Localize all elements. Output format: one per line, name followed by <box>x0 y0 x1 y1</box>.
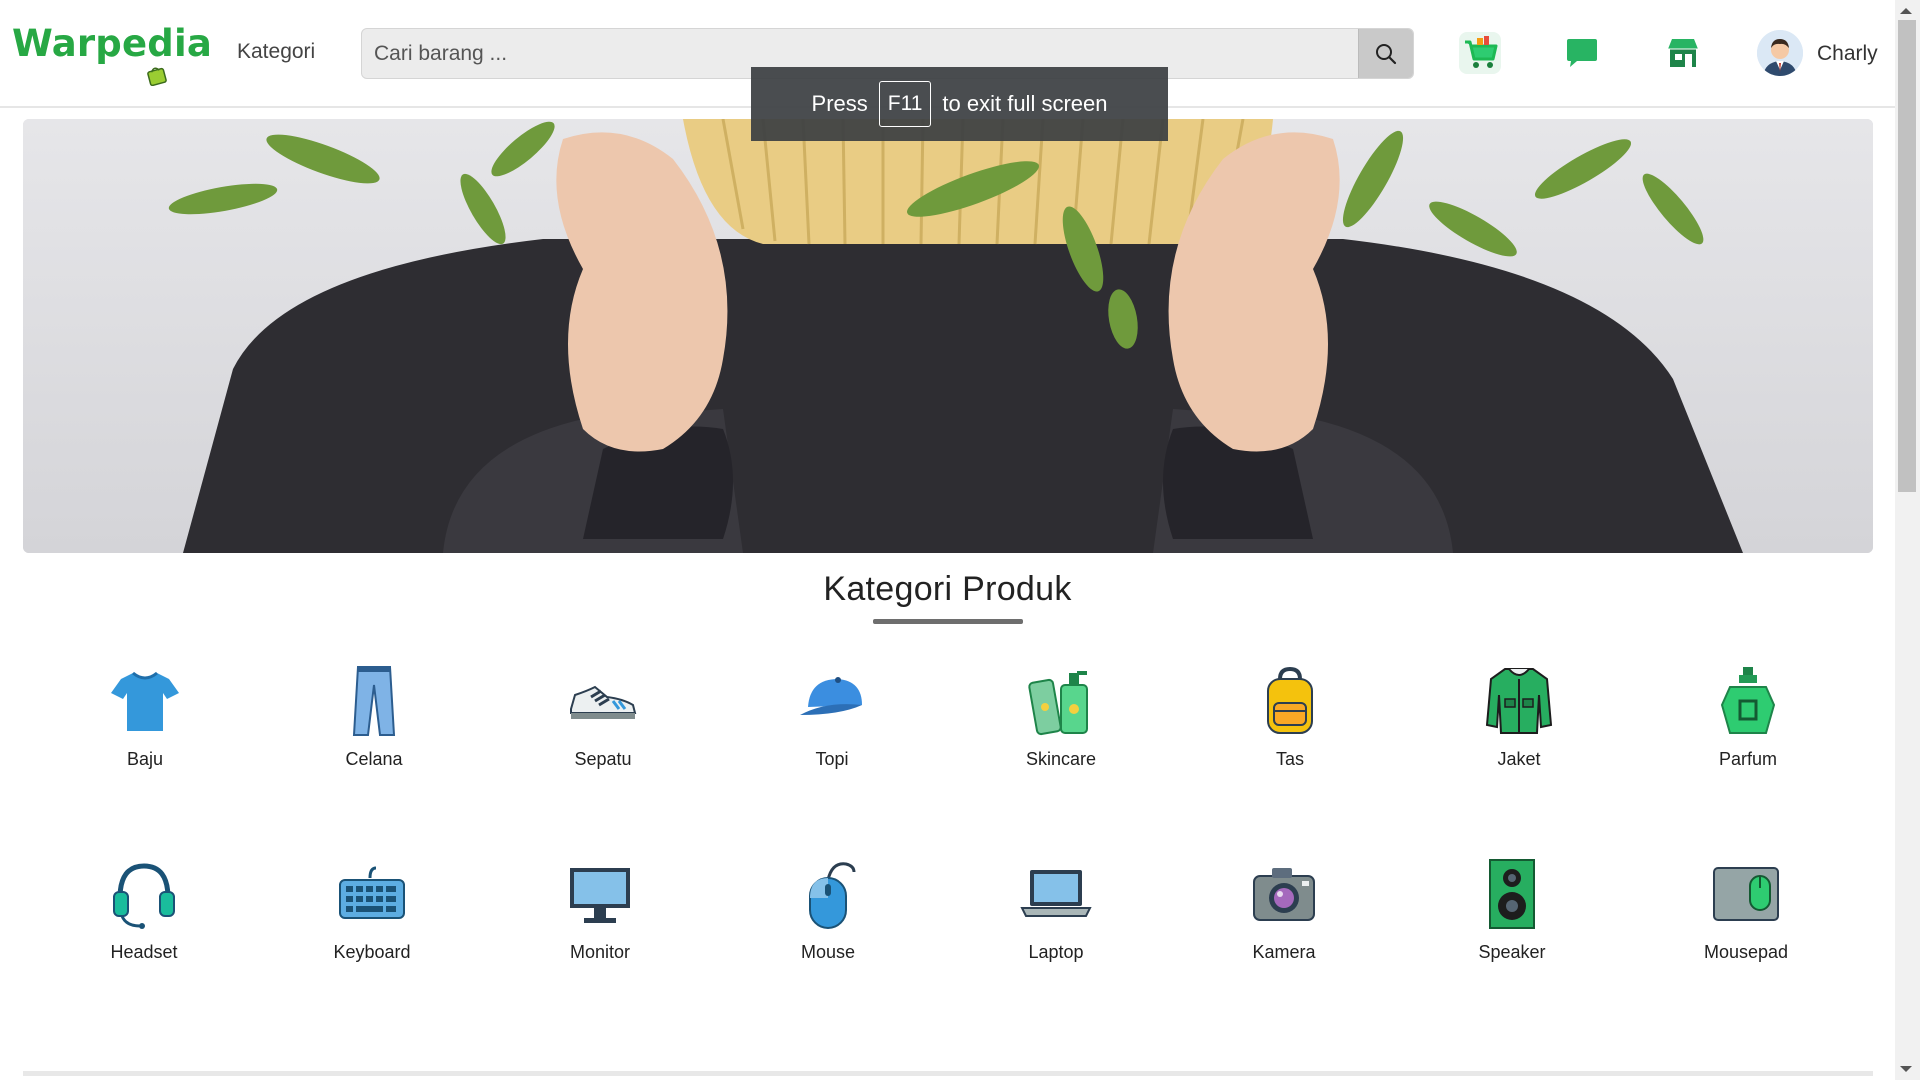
category-label: Celana <box>345 749 403 769</box>
category-label: Speaker <box>1478 942 1546 962</box>
store-button[interactable] <box>1660 30 1706 76</box>
category-mousepad[interactable]: Mousepad <box>1671 858 1821 963</box>
shoe-icon <box>570 685 637 719</box>
chat-bubble-icon <box>1567 39 1597 67</box>
kategori-link[interactable]: Kategori <box>237 40 315 64</box>
category-label: Topi <box>815 749 849 769</box>
mousepad-icon <box>1713 867 1779 921</box>
cart-icon <box>1459 32 1501 74</box>
category-label: Monitor <box>569 942 631 962</box>
headset-icon <box>113 863 175 929</box>
scrollbar-thumb[interactable] <box>1898 20 1916 492</box>
cap-icon <box>800 677 862 715</box>
category-monitor[interactable]: Monitor <box>525 858 675 963</box>
user-name[interactable]: Charly <box>1817 42 1878 66</box>
hero-banner[interactable] <box>23 119 1873 553</box>
category-skincare[interactable]: Skincare <box>986 665 1136 770</box>
fullscreen-toast: Press F11 to exit full screen <box>751 67 1168 141</box>
category-baju[interactable]: Baju <box>70 665 220 770</box>
category-laptop[interactable]: Laptop <box>981 858 1131 963</box>
cart-button[interactable] <box>1457 30 1503 76</box>
bag-icon <box>147 67 167 86</box>
category-label: Mouse <box>800 942 856 962</box>
category-label: Tas <box>1275 749 1304 769</box>
user-avatar[interactable] <box>1757 30 1803 76</box>
category-kamera[interactable]: Kamera <box>1209 858 1359 963</box>
speaker-icon <box>1489 859 1535 929</box>
category-tas[interactable]: Tas <box>1215 665 1365 770</box>
category-label: Keyboard <box>333 942 411 962</box>
category-keyboard[interactable]: Keyboard <box>297 858 447 963</box>
category-celana[interactable]: Celana <box>299 665 449 770</box>
scroll-down-arrow-icon[interactable] <box>1900 1066 1912 1072</box>
backpack-icon <box>1267 666 1313 734</box>
user-avatar-icon <box>1757 30 1803 76</box>
category-parfum[interactable]: Parfum <box>1673 665 1823 770</box>
search-button[interactable] <box>1358 29 1413 78</box>
brand-name[interactable]: Warpedia <box>12 22 212 65</box>
title-underline <box>873 619 1023 624</box>
toast-suffix: to exit full screen <box>942 91 1108 116</box>
keyboard-icon <box>339 866 405 919</box>
category-mouse[interactable]: Mouse <box>753 858 903 963</box>
category-label: Baju <box>126 749 164 769</box>
shirt-icon <box>111 671 179 731</box>
laptop-icon <box>1020 870 1092 917</box>
category-topi[interactable]: Topi <box>757 665 907 770</box>
category-label: Sepatu <box>574 749 632 769</box>
category-speaker[interactable]: Speaker <box>1437 858 1587 963</box>
search-icon <box>1376 43 1397 64</box>
camera-icon <box>1253 868 1315 921</box>
monitor-icon <box>570 868 630 923</box>
scroll-up-arrow-icon[interactable] <box>1900 8 1912 14</box>
jacket-icon <box>1485 668 1553 734</box>
toast-key: F11 <box>878 81 932 127</box>
category-label: Mousepad <box>1703 942 1789 962</box>
store-icon <box>1668 39 1698 67</box>
brand-logo[interactable]: Warpedia <box>12 22 212 94</box>
category-headset[interactable]: Headset <box>69 858 219 963</box>
category-label: Kamera <box>1252 942 1316 962</box>
chat-button[interactable] <box>1559 30 1605 76</box>
pants-icon <box>352 666 396 736</box>
hero-image <box>23 119 1873 553</box>
category-sepatu[interactable]: Sepatu <box>528 665 678 770</box>
section-divider <box>23 1071 1873 1076</box>
category-label: Skincare <box>1025 749 1097 769</box>
category-label: Parfum <box>1718 749 1778 769</box>
skincare-icon <box>1028 671 1088 736</box>
category-label: Jaket <box>1497 749 1541 769</box>
category-label: Headset <box>110 942 178 962</box>
toast-prefix: Press <box>811 91 868 116</box>
category-label: Laptop <box>1028 942 1084 962</box>
perfume-icon <box>1720 667 1776 734</box>
category-jaket[interactable]: Jaket <box>1444 665 1594 770</box>
section-title: Kategori Produk <box>823 570 1072 608</box>
mouse-icon <box>809 862 856 929</box>
